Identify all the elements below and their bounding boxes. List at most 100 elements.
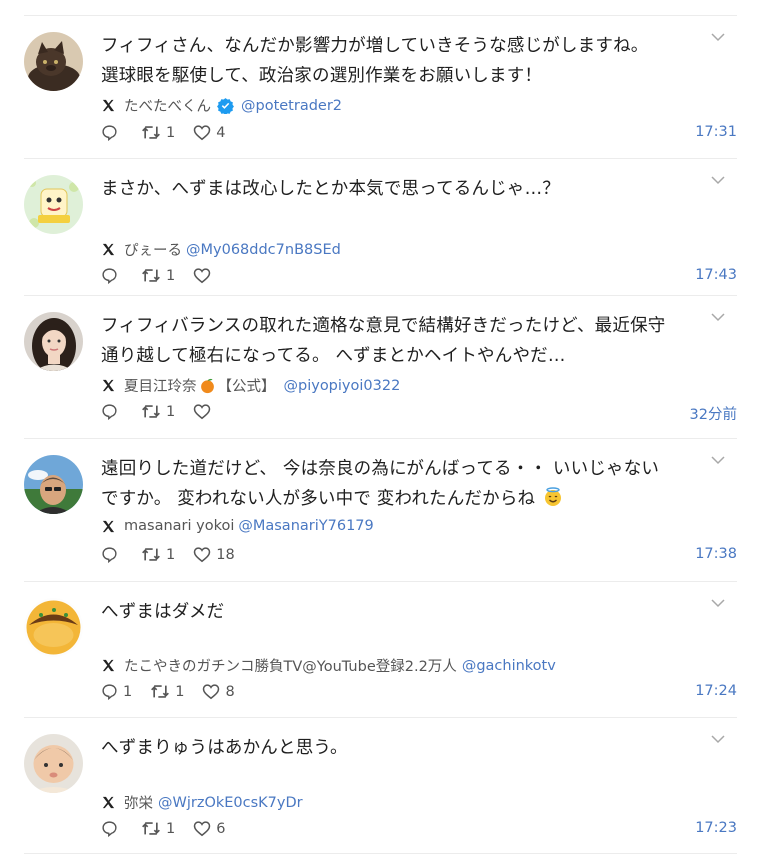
retweet-button[interactable]: 1 <box>150 683 184 700</box>
tweet-card[interactable]: 遠回りした道だけど、 今は奈良の為にがんばってる・・ いいじゃないですか。 変わ… <box>24 439 737 582</box>
tweet-card[interactable]: へずまりゅうはあかんと思う。 弥栄 @WjrzOkE0csK7yDr 1 6 1… <box>24 718 737 854</box>
tweet-actions: 1 18 <box>101 546 253 563</box>
tweet-text: フィフィバランスの取れた適格な意見で結構好きだったけど、最近保守通り越して極右に… <box>101 316 666 366</box>
author-handle[interactable]: @MasanariY76179 <box>238 518 373 534</box>
reply-button[interactable] <box>101 403 123 420</box>
like-button[interactable] <box>193 403 216 420</box>
tangerine-emoji-icon <box>200 378 214 394</box>
avatar[interactable] <box>24 32 83 91</box>
tweet-author-line: たこやきのガチンコ勝負TV@YouTube登録2.2万人 @gachinkotv <box>101 655 556 676</box>
reply-icon <box>102 547 117 563</box>
avatar[interactable] <box>24 734 83 793</box>
retweet-icon <box>142 822 160 835</box>
reply-icon <box>102 268 117 284</box>
chevron-down-icon[interactable] <box>711 33 725 42</box>
tweet-text: へずまはダメだ <box>101 602 225 622</box>
tweet-feed: フィフィさん、なんだか影響力が増していきそうな感じがしますね。選球眼を駆使して、… <box>24 15 737 854</box>
chevron-down-icon[interactable] <box>711 313 725 322</box>
heart-icon <box>193 268 211 284</box>
tweet-card[interactable]: フィフィさん、なんだか影響力が増していきそうな感じがしますね。選球眼を駆使して、… <box>24 16 737 159</box>
reply-icon <box>102 821 117 837</box>
x-logo-icon <box>102 520 115 532</box>
tweet-actions: 1 <box>101 403 234 420</box>
author-name[interactable]: 弥栄 <box>124 792 153 813</box>
tweet-author-line: たべたべくん @potetrader2 <box>101 95 342 116</box>
x-logo-icon <box>102 99 115 112</box>
tweet-author-line: ぴぇーる @My068ddc7nB8SEd <box>101 239 341 260</box>
reply-icon <box>102 125 117 141</box>
retweet-icon <box>142 405 160 418</box>
author-handle[interactable]: @gachinkotv <box>462 658 556 674</box>
heart-icon <box>193 404 211 420</box>
author-handle[interactable]: @WjrzOkE0csK7yDr <box>158 795 303 811</box>
reply-button[interactable]: 1 <box>101 683 132 700</box>
like-button[interactable] <box>193 267 216 284</box>
tweet-actions: 1 1 8 <box>101 683 253 700</box>
x-logo-icon <box>102 659 115 672</box>
tweet-text: まさか、へずまは改心したとか本気で思ってるんじゃ…？ <box>101 179 560 199</box>
like-button[interactable]: 8 <box>202 683 235 700</box>
x-logo-icon <box>102 243 115 256</box>
smiling-face-with-halo-icon <box>545 487 561 506</box>
author-name[interactable]: masanari yokoi <box>124 518 234 534</box>
chevron-down-icon[interactable] <box>711 176 725 185</box>
tweet-text: フィフィさん、なんだか影響力が増していきそうな感じがしますね。選球眼を駆使して、… <box>101 36 649 86</box>
avatar[interactable] <box>24 312 83 371</box>
author-name[interactable]: たこやきのガチンコ勝負TV@YouTube登録2.2万人 <box>124 655 457 676</box>
author-handle[interactable]: @My068ddc7nB8SEd <box>186 242 341 258</box>
like-button[interactable]: 18 <box>193 546 235 563</box>
author-name[interactable]: 夏目江玲奈 <box>124 375 197 396</box>
tweet-author-line: masanari yokoi @MasanariY76179 <box>101 518 374 534</box>
retweet-icon <box>142 548 160 561</box>
timestamp[interactable]: 17:24 <box>695 683 737 699</box>
author-handle[interactable]: @piyopiyoi0322 <box>284 378 401 394</box>
retweet-button[interactable]: 1 <box>141 403 175 420</box>
heart-icon <box>193 547 211 563</box>
retweet-icon <box>151 685 170 698</box>
timestamp[interactable]: 17:43 <box>695 267 737 283</box>
tweet-actions: 1 <box>101 267 234 284</box>
reply-button[interactable] <box>101 267 123 284</box>
timestamp[interactable]: 17:23 <box>695 820 737 836</box>
tweet-card[interactable]: まさか、へずまは改心したとか本気で思ってるんじゃ…？ ぴぇーる @My068dd… <box>24 159 737 296</box>
retweet-button[interactable]: 1 <box>141 546 175 563</box>
author-handle[interactable]: @potetrader2 <box>241 98 342 114</box>
x-logo-icon <box>102 379 115 392</box>
x-logo-icon <box>102 796 115 809</box>
like-button[interactable]: 6 <box>193 820 225 837</box>
timestamp[interactable]: 17:38 <box>695 546 737 562</box>
tweet-card[interactable]: へずまはダメだ たこやきのガチンコ勝負TV@YouTube登録2.2万人 @ga… <box>24 582 737 718</box>
heart-icon <box>193 125 211 141</box>
reply-icon <box>102 404 117 420</box>
tweet-actions: 1 6 <box>101 820 243 837</box>
avatar[interactable] <box>24 455 83 514</box>
heart-icon <box>193 821 211 837</box>
chevron-down-icon[interactable] <box>711 456 725 465</box>
author-name[interactable]: たべたべくん <box>124 95 211 116</box>
heart-icon <box>203 684 220 700</box>
retweet-button[interactable]: 1 <box>141 820 175 837</box>
timestamp[interactable]: 32分前 <box>690 403 737 424</box>
tweet-author-line: 夏目江玲奈 【公式】 @piyopiyoi0322 <box>101 375 400 396</box>
tweet-author-line: 弥栄 @WjrzOkE0csK7yDr <box>101 792 303 813</box>
avatar[interactable] <box>24 175 83 234</box>
tweet-actions: 1 4 <box>101 124 243 141</box>
reply-button[interactable] <box>101 124 123 141</box>
reply-button[interactable] <box>101 820 123 837</box>
reply-button[interactable] <box>101 546 123 563</box>
verified-badge-icon <box>217 98 234 114</box>
author-suffix: 【公式】 <box>217 379 276 395</box>
retweet-button[interactable]: 1 <box>141 267 175 284</box>
avatar[interactable] <box>24 598 83 657</box>
retweet-icon <box>142 269 160 282</box>
chevron-down-icon[interactable] <box>711 599 725 608</box>
author-name[interactable]: ぴぇーる <box>124 239 182 260</box>
timestamp[interactable]: 17:31 <box>695 124 737 140</box>
chevron-down-icon[interactable] <box>711 735 725 744</box>
tweet-card[interactable]: フィフィバランスの取れた適格な意見で結構好きだったけど、最近保守通り越して極右に… <box>24 296 737 439</box>
like-button[interactable]: 4 <box>193 124 225 141</box>
retweet-icon <box>142 126 160 139</box>
retweet-button[interactable]: 1 <box>141 124 175 141</box>
reply-icon <box>102 684 117 700</box>
tweet-text: 遠回りした道だけど、 今は奈良の為にがんばってる・・ いいじゃないですか。 変わ… <box>101 459 660 509</box>
